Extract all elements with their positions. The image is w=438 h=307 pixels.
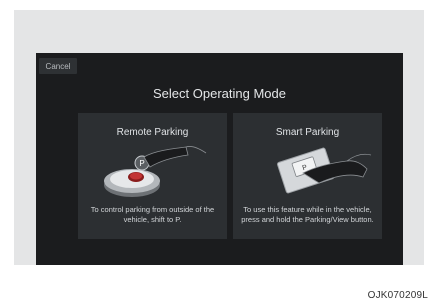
hand-pressing-parking-button-icon: P	[277, 147, 372, 194]
svg-text:P: P	[139, 159, 144, 168]
cancel-button[interactable]: Cancel	[39, 58, 77, 74]
smart-parking-description: To use this feature while in the vehicle…	[241, 205, 374, 224]
remote-parking-description: To control parking from outside of the v…	[90, 205, 215, 224]
remote-parking-option[interactable]: Remote Parking P To control parking from…	[78, 113, 227, 239]
figure-code: OJK070209L	[367, 290, 428, 301]
remote-parking-title: Remote Parking	[116, 127, 189, 138]
figure-frame: Cancel Select Operating Mode Remote Park…	[14, 10, 424, 265]
smart-parking-title: Smart Parking	[275, 127, 340, 138]
screen-title: Select Operating Mode	[153, 86, 286, 101]
smart-parking-option[interactable]: Smart Parking P To use this feature whil…	[233, 113, 382, 239]
display-screen: Cancel Select Operating Mode Remote Park…	[36, 53, 403, 265]
car-key-fob-icon: P	[104, 146, 207, 197]
